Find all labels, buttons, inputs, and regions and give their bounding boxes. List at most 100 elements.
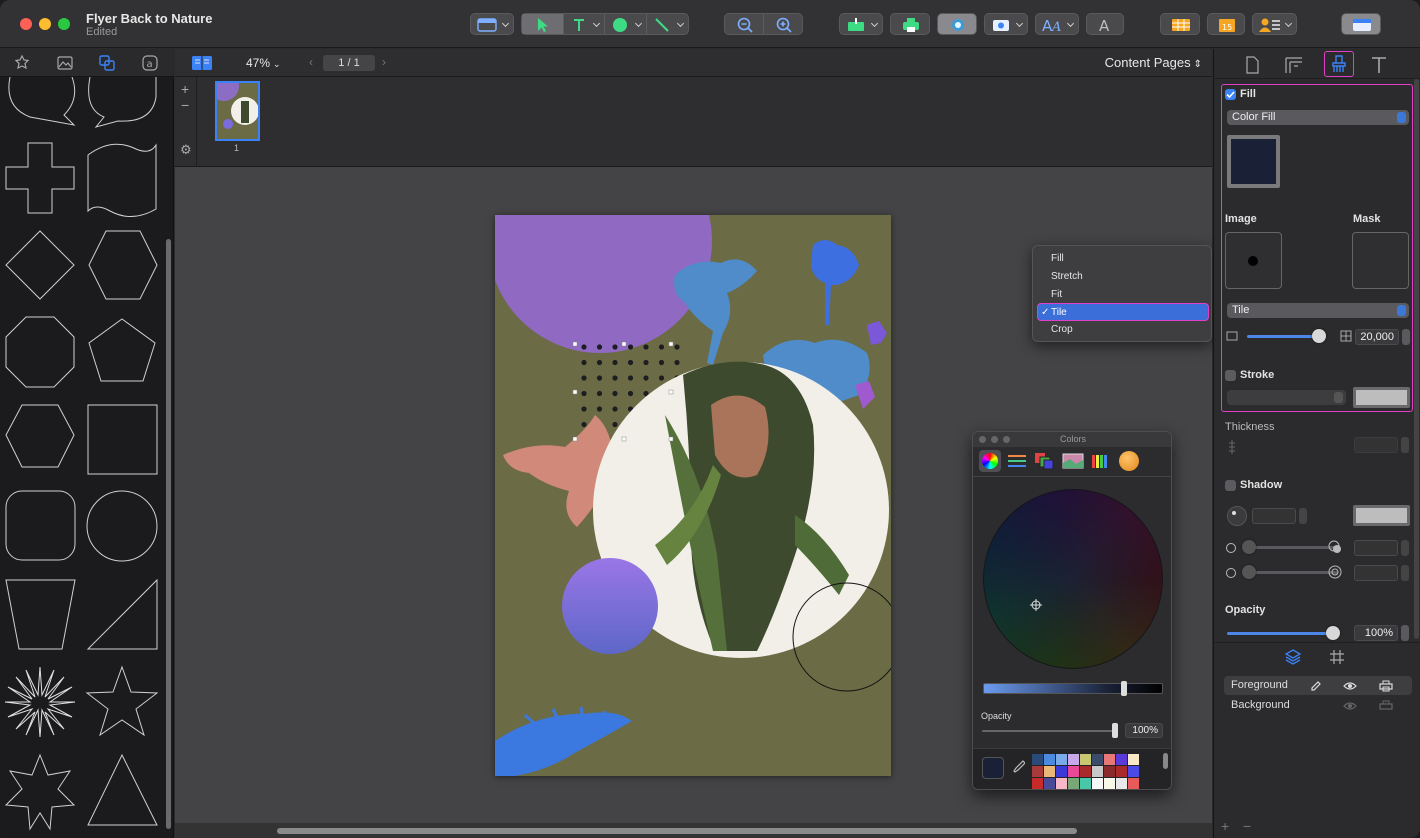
add-page-icon[interactable]: + xyxy=(181,81,189,97)
color-sliders-tab-icon[interactable] xyxy=(1007,453,1027,469)
selection-handle[interactable] xyxy=(572,389,578,395)
shadow-offset-stepper[interactable] xyxy=(1401,540,1409,556)
photos-tab-icon[interactable] xyxy=(56,54,74,72)
color-swatch[interactable] xyxy=(1104,778,1115,789)
square-shape[interactable] xyxy=(87,404,158,475)
text-tab-icon[interactable] xyxy=(1365,53,1393,77)
current-color-well[interactable] xyxy=(982,757,1004,779)
color-swatch[interactable] xyxy=(1080,754,1091,765)
clipart-tab-icon[interactable] xyxy=(13,54,31,72)
pentagon-shape[interactable] xyxy=(88,318,156,382)
thickness-stepper[interactable] xyxy=(1401,437,1409,453)
shadow-offset-slider[interactable] xyxy=(1244,546,1338,549)
selection-handle[interactable] xyxy=(621,436,627,442)
scale-stepper[interactable] xyxy=(1402,329,1410,345)
cross-shape[interactable] xyxy=(5,142,75,214)
table-button[interactable] xyxy=(1160,13,1200,35)
close-window-button[interactable] xyxy=(20,18,32,30)
brightness-slider[interactable] xyxy=(983,681,1163,696)
diamond-shape[interactable] xyxy=(5,230,75,300)
content-pages-popup[interactable]: Content Pages ⇕ xyxy=(1105,55,1202,70)
eyedropper-icon[interactable] xyxy=(1013,760,1025,774)
minimize-window-button[interactable] xyxy=(39,18,51,30)
mask-well[interactable] xyxy=(1352,232,1409,289)
style-tab[interactable] xyxy=(1324,51,1354,77)
next-page-button[interactable]: › xyxy=(382,55,386,69)
visibility-eye-icon[interactable] xyxy=(1343,700,1357,712)
line-tool[interactable] xyxy=(647,14,688,34)
shadow-blur-stepper[interactable] xyxy=(1401,565,1409,581)
colors-opacity-slider[interactable] xyxy=(982,730,1118,732)
document-tab-icon[interactable] xyxy=(1238,53,1266,77)
shadow-blur-slider[interactable] xyxy=(1244,571,1338,574)
page-thumbnail[interactable] xyxy=(215,81,260,141)
color-swatch[interactable] xyxy=(1116,766,1127,777)
menu-item-tile[interactable]: Tile xyxy=(1051,307,1067,318)
selection-handle[interactable] xyxy=(668,341,674,347)
canvas-horizontal-scrollbar[interactable] xyxy=(175,823,1212,838)
zoom-window-button[interactable] xyxy=(58,18,70,30)
color-palettes-tab-icon[interactable] xyxy=(1034,452,1054,470)
color-swatch[interactable] xyxy=(1128,766,1139,777)
color-swatch[interactable] xyxy=(1116,778,1127,789)
shadow-angle-dial[interactable] xyxy=(1227,506,1247,526)
selection-handle[interactable] xyxy=(668,436,674,442)
shadow-offset-field[interactable] xyxy=(1354,540,1398,556)
shadow-blur-knob[interactable] xyxy=(1242,565,1256,579)
round-callout-shape[interactable] xyxy=(88,77,157,128)
remove-page-icon[interactable]: − xyxy=(181,97,189,113)
color-swatch[interactable] xyxy=(1068,766,1079,777)
font-style-button[interactable]: AA xyxy=(1035,13,1079,35)
color-swatch[interactable] xyxy=(1080,766,1091,777)
seven-point-star-shape[interactable] xyxy=(4,753,76,831)
image-palette-tab-icon[interactable] xyxy=(1062,453,1084,469)
oval-callout-shape[interactable] xyxy=(8,77,76,126)
page-settings-gear-icon[interactable]: ⚙ xyxy=(180,142,192,158)
rounded-square-shape[interactable] xyxy=(5,490,76,561)
page-number-field[interactable]: 1 / 1 xyxy=(323,55,375,71)
color-swatch[interactable] xyxy=(1104,766,1115,777)
insert-button[interactable] xyxy=(839,13,883,35)
color-swatch[interactable] xyxy=(1092,778,1103,789)
scale-slider[interactable] xyxy=(1247,335,1319,338)
inspector-scrollbar[interactable] xyxy=(1414,79,1419,639)
preview-button[interactable] xyxy=(937,13,977,35)
shadow-checkbox[interactable] xyxy=(1225,480,1236,491)
color-picker-tab-icon[interactable] xyxy=(1119,451,1139,471)
menu-item-fit[interactable]: Fit xyxy=(1051,289,1062,300)
hexagon-shape[interactable] xyxy=(88,230,158,300)
swatch-scrollbar[interactable] xyxy=(1163,753,1168,769)
printable-printer-icon[interactable] xyxy=(1379,700,1393,712)
star-shape[interactable] xyxy=(85,665,159,737)
opacity-slider-knob[interactable] xyxy=(1326,626,1340,640)
stroke-checkbox[interactable] xyxy=(1225,370,1236,381)
shapes-scrollbar[interactable] xyxy=(166,239,171,829)
color-swatch[interactable] xyxy=(1056,778,1067,789)
shapes-tab-icon[interactable] xyxy=(98,54,116,72)
opacity-stepper[interactable] xyxy=(1401,625,1409,641)
zoom-level-popup[interactable]: 47% ⌄ xyxy=(246,56,281,70)
color-swatch[interactable] xyxy=(1080,778,1091,789)
grid-tab-icon[interactable] xyxy=(1328,648,1346,666)
color-swatch[interactable] xyxy=(1104,754,1115,765)
thumbnails-view-icon[interactable] xyxy=(191,55,213,71)
color-swatch[interactable] xyxy=(1128,778,1139,789)
fill-checkbox[interactable] xyxy=(1225,89,1236,100)
inspector-toggle-button[interactable] xyxy=(1341,13,1381,35)
color-swatch[interactable] xyxy=(1068,778,1079,789)
hexagon-horizontal-shape[interactable] xyxy=(5,404,75,468)
menu-item-stretch[interactable]: Stretch xyxy=(1051,271,1083,282)
triangle-shape[interactable] xyxy=(87,753,158,826)
gradient-circle-bottom[interactable] xyxy=(562,558,658,654)
opacity-field[interactable]: 100% xyxy=(1354,625,1398,641)
selection-handle[interactable] xyxy=(668,389,674,395)
select-tool[interactable] xyxy=(522,14,564,34)
color-swatch[interactable] xyxy=(1032,754,1043,765)
zoom-out-button[interactable] xyxy=(725,14,764,34)
shadow-angle-field[interactable] xyxy=(1252,508,1296,524)
color-swatch[interactable] xyxy=(1092,754,1103,765)
view-mode-button[interactable] xyxy=(470,13,514,35)
text-format-button[interactable]: A xyxy=(1086,13,1124,35)
shape-tool[interactable] xyxy=(605,14,647,34)
wave-shape[interactable] xyxy=(87,143,157,217)
